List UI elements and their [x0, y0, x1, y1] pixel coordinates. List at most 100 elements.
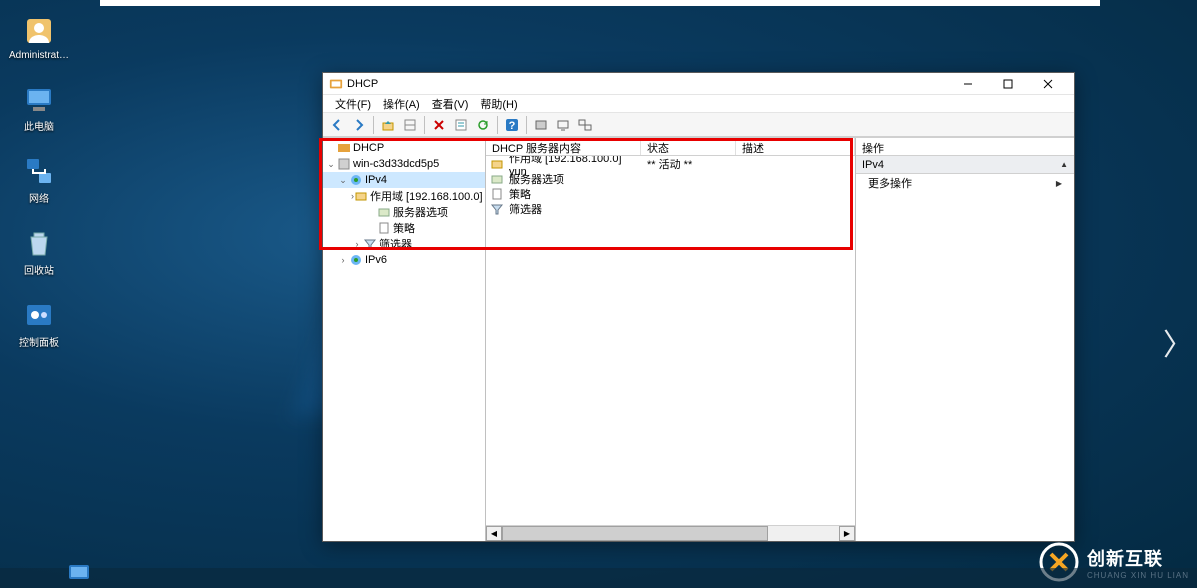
desktop-icon-network[interactable]: 网络: [4, 155, 74, 205]
tree-label: 筛选器: [379, 236, 412, 252]
ipv6-icon: [349, 253, 363, 267]
logo-brand: 创新互联: [1087, 549, 1163, 569]
twisty-collapse-icon[interactable]: ⌄: [337, 175, 349, 186]
properties-button[interactable]: [451, 115, 471, 135]
help-button[interactable]: ?: [502, 115, 522, 135]
list-row-scope[interactable]: 作用域 [192.168.100.0] yun ** 活动 **: [486, 156, 855, 171]
column-content[interactable]: DHCP 服务器内容: [486, 138, 641, 155]
list-row-filters[interactable]: 筛选器: [486, 201, 855, 216]
carousel-next-button[interactable]: 〉: [1163, 320, 1193, 364]
tree-pane[interactable]: DHCP ⌄ win-c3d33dcd5p5 ⌄ IPv4 › 作用域 [192…: [323, 138, 486, 541]
add-server-button[interactable]: [531, 115, 551, 135]
list-rows[interactable]: 作用域 [192.168.100.0] yun ** 活动 ** 服务器选项 策…: [486, 156, 855, 525]
dhcp-app-icon: [329, 77, 343, 91]
tree: DHCP ⌄ win-c3d33dcd5p5 ⌄ IPv4 › 作用域 [192…: [323, 138, 485, 270]
x-icon: [432, 118, 446, 132]
menu-action[interactable]: 操作(A): [377, 94, 426, 114]
refresh-button[interactable]: [473, 115, 493, 135]
collapse-up-icon[interactable]: ▲: [1060, 160, 1068, 169]
twisty-expand-icon[interactable]: ›: [337, 255, 349, 265]
ipv4-icon: [349, 173, 363, 187]
list-header: DHCP 服务器内容 状态 描述: [486, 138, 855, 156]
list-pane: DHCP 服务器内容 状态 描述 作用域 [192.168.100.0] yun…: [486, 138, 856, 541]
desktop-icon-thispc[interactable]: 此电脑: [4, 83, 74, 133]
up-button[interactable]: [378, 115, 398, 135]
taskbar-app-icon[interactable]: [66, 560, 92, 586]
desktop-icons-column: Administrat… 此电脑 网络 回收站 控制面板: [4, 15, 74, 349]
tree-label: 作用域 [192.168.100.0] yun: [370, 188, 486, 204]
cell-content: 筛选器: [509, 201, 542, 217]
filter-icon: [363, 237, 377, 251]
tree-filters[interactable]: › 筛选器: [323, 236, 485, 252]
filter-icon: [490, 202, 504, 216]
show-hide-tree-button[interactable]: [400, 115, 420, 135]
window-title: DHCP: [347, 78, 948, 90]
servers-list-button[interactable]: [575, 115, 595, 135]
list-row-policy[interactable]: 策略: [486, 186, 855, 201]
desktop-icon-administrator[interactable]: Administrat…: [4, 15, 74, 61]
dhcp-root-icon: [337, 141, 351, 155]
authorize-button[interactable]: [553, 115, 573, 135]
main-panes: DHCP ⌄ win-c3d33dcd5p5 ⌄ IPv4 › 作用域 [192…: [323, 137, 1074, 541]
actions-pane: 操作 IPv4 ▲ 更多操作 ▶: [856, 138, 1074, 541]
scroll-left-button[interactable]: ◀: [486, 526, 502, 541]
folder-up-icon: [381, 118, 395, 132]
actions-more-label: 更多操作: [868, 175, 912, 191]
menu-help[interactable]: 帮助(H): [474, 94, 523, 114]
tree-root-dhcp[interactable]: DHCP: [323, 140, 485, 156]
scope-icon: [490, 157, 504, 171]
option-icon: [490, 172, 504, 186]
back-button[interactable]: [327, 115, 347, 135]
network-icon: [23, 155, 55, 187]
actions-more[interactable]: 更多操作 ▶: [856, 174, 1074, 192]
twisty-collapse-icon[interactable]: ⌄: [325, 159, 337, 170]
scope-icon: [354, 189, 368, 203]
minimize-button[interactable]: [948, 74, 988, 94]
top-white-bar: [100, 0, 1100, 6]
menu-view[interactable]: 查看(V): [426, 94, 475, 114]
horizontal-scrollbar[interactable]: ◀ ▶: [486, 525, 855, 541]
chevron-right-icon: ▶: [1056, 179, 1062, 188]
column-desc[interactable]: 描述: [736, 138, 855, 155]
controlpanel-icon: [23, 299, 55, 331]
tree-policy[interactable]: 策略: [323, 220, 485, 236]
tree-scope[interactable]: › 作用域 [192.168.100.0] yun: [323, 188, 485, 204]
toolbar-separator: [424, 116, 425, 134]
taskbar[interactable]: [0, 568, 1197, 588]
recycle-icon: [23, 227, 55, 259]
desktop-icon-label: 此电脑: [24, 118, 54, 133]
column-status[interactable]: 状态: [641, 138, 736, 155]
desktop-icon-label: 控制面板: [19, 334, 59, 349]
desktop-icon-label: 回收站: [24, 262, 54, 277]
properties-icon: [454, 118, 468, 132]
policy-icon: [377, 221, 391, 235]
forward-button[interactable]: [349, 115, 369, 135]
close-button[interactable]: [1028, 74, 1068, 94]
desktop-icon-recyclebin[interactable]: 回收站: [4, 227, 74, 277]
delete-button[interactable]: [429, 115, 449, 135]
scroll-thumb[interactable]: [502, 526, 768, 541]
arrow-left-icon: [330, 118, 344, 132]
tree-icon: [403, 118, 417, 132]
refresh-icon: [476, 118, 490, 132]
cell-status: ** 活动 **: [641, 156, 736, 172]
actions-context[interactable]: IPv4 ▲: [856, 156, 1074, 174]
monitor-icon: [556, 118, 570, 132]
tree-label: IPv6: [365, 254, 387, 266]
actions-context-label: IPv4: [862, 159, 884, 171]
policy-icon: [490, 187, 504, 201]
tree-ipv4[interactable]: ⌄ IPv4: [323, 172, 485, 188]
tree-label: 服务器选项: [393, 204, 448, 220]
option-icon: [377, 205, 391, 219]
titlebar[interactable]: DHCP: [323, 73, 1074, 95]
list-row-server-options[interactable]: 服务器选项: [486, 171, 855, 186]
menu-file[interactable]: 文件(F): [329, 94, 377, 114]
tree-ipv6[interactable]: › IPv6: [323, 252, 485, 268]
desktop-icon-controlpanel[interactable]: 控制面板: [4, 299, 74, 349]
toolbar: ?: [323, 113, 1074, 137]
maximize-button[interactable]: [988, 74, 1028, 94]
twisty-expand-icon[interactable]: ›: [351, 239, 363, 249]
tree-server[interactable]: ⌄ win-c3d33dcd5p5: [323, 156, 485, 172]
tree-server-options[interactable]: 服务器选项: [323, 204, 485, 220]
scroll-right-button[interactable]: ▶: [839, 526, 855, 541]
